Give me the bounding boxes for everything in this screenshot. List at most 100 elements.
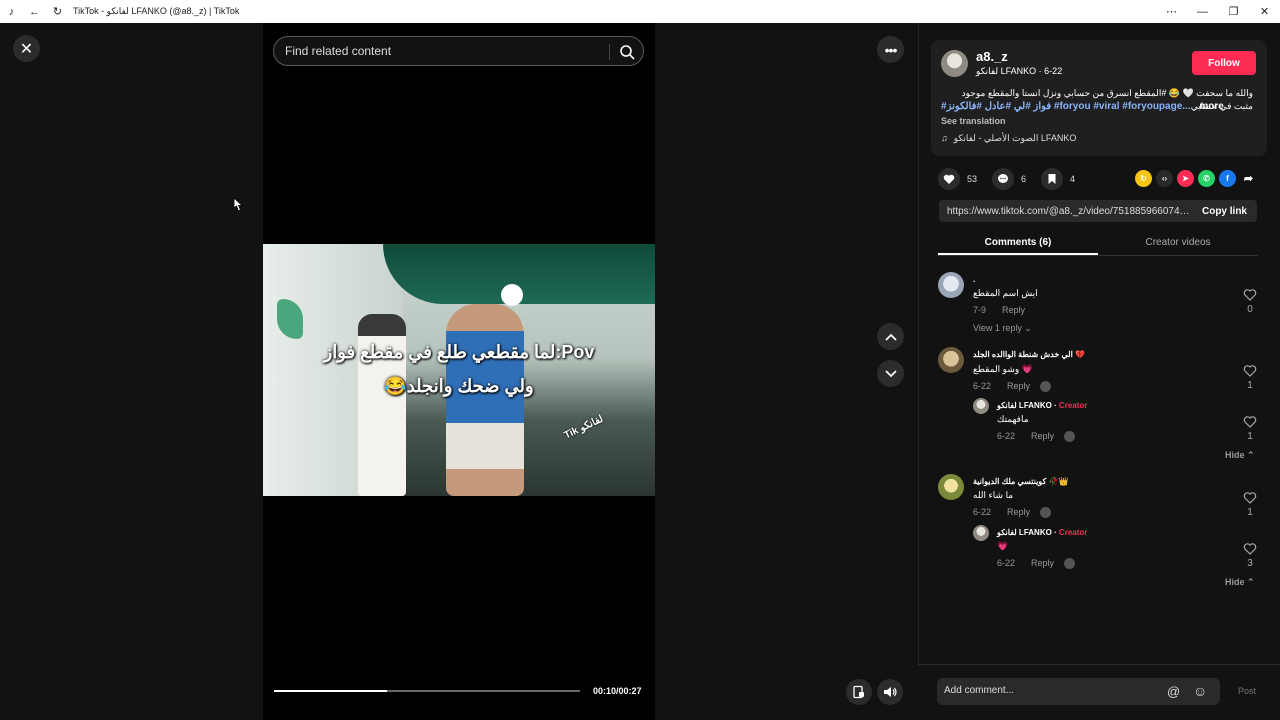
previous-video-button[interactable]: [877, 323, 904, 350]
window-controls: ⋯ — ❐ ✕: [1156, 0, 1280, 23]
comment-like[interactable]: 1: [1242, 491, 1258, 518]
heart-outline-icon: [1243, 416, 1257, 428]
tab-creator-videos[interactable]: Creator videos: [1098, 231, 1258, 255]
volume-button[interactable]: [877, 679, 903, 705]
reply-button[interactable]: Reply: [1002, 305, 1025, 315]
video-url[interactable]: https://www.tiktok.com/@a8._z/video/7518…: [939, 206, 1191, 217]
follow-button[interactable]: Follow: [1192, 51, 1256, 75]
reply-author[interactable]: لفانكو LFANKO · Creator: [997, 401, 1087, 410]
mouse-cursor-icon: [233, 197, 244, 212]
comment-author[interactable]: الي خدش شنطة الواالده الجلد 💔: [973, 350, 1085, 359]
description-more-link[interactable]: more: [1199, 101, 1223, 112]
reply-button[interactable]: Reply: [1007, 507, 1030, 517]
back-arrow-icon[interactable]: ←: [23, 0, 46, 23]
comment-text: ما شاء الله: [973, 490, 1014, 500]
tab-comments[interactable]: Comments (6): [938, 231, 1098, 255]
heart-outline-icon: [1243, 543, 1257, 555]
avatar[interactable]: [938, 272, 964, 298]
volume-icon: [884, 687, 897, 697]
creator-liked-icon: [1064, 431, 1076, 443]
description-hashtags[interactable]: #فواز #لي #عادل #فالكونز #foryou #viral …: [941, 101, 1191, 112]
save-count: 4: [1070, 174, 1076, 184]
like-button[interactable]: [938, 168, 960, 190]
reply-date: 6-22: [997, 558, 1016, 568]
frame-lamp: [501, 284, 523, 306]
reply-button[interactable]: Reply: [1031, 431, 1054, 441]
restore-icon[interactable]: ❐: [1218, 0, 1249, 23]
heart-icon: [943, 174, 955, 184]
comment-like-count: 1: [1247, 507, 1253, 518]
chevron-up-icon: ⌃: [1247, 450, 1255, 460]
music-note-icon: ♫: [941, 133, 948, 143]
hide-replies-link[interactable]: Hide ⌃: [1225, 577, 1255, 588]
reply-button[interactable]: Reply: [1007, 381, 1030, 391]
reply-like-count: 3: [1247, 558, 1253, 569]
video-link-box[interactable]: https://www.tiktok.com/@a8._z/video/7518…: [939, 200, 1257, 222]
author-handle[interactable]: a8._z: [976, 49, 1008, 64]
video-caption-line1: لما مقطعي طلع في مقطع فواز:Pov: [323, 342, 595, 362]
close-player-button[interactable]: ✕: [13, 35, 40, 62]
floating-player-icon: [853, 685, 864, 699]
comment-text: ايش اسم المقطع: [973, 288, 1038, 298]
window-title: TikTok - لفانكو LFANKO (@a8._z) | TikTok: [73, 6, 240, 16]
related-search-box[interactable]: [273, 36, 644, 66]
comment-button[interactable]: [992, 168, 1015, 190]
chevron-up-icon: ⌃: [1247, 577, 1255, 587]
music-link[interactable]: ♫ الصوت الأصلي - لفانكو LFANKO: [941, 133, 1076, 144]
emoji-icon[interactable]: ☺: [1193, 683, 1207, 699]
close-window-icon[interactable]: ✕: [1249, 0, 1280, 23]
author-avatar[interactable]: [941, 50, 968, 77]
video-frame[interactable]: لما مقطعي طلع في مقطع فواز:Pov 😂ولي ضحك …: [263, 244, 655, 496]
next-video-button[interactable]: [877, 360, 904, 387]
reply-like[interactable]: 3: [1242, 542, 1258, 569]
reload-icon[interactable]: ↻: [46, 0, 69, 23]
facebook-icon[interactable]: f: [1219, 170, 1236, 187]
copy-link-button[interactable]: Copy link: [1202, 206, 1247, 217]
comment-like[interactable]: 1: [1242, 364, 1258, 391]
embed-icon[interactable]: ‹›: [1156, 170, 1173, 187]
share-arrow-icon[interactable]: ➦: [1240, 170, 1257, 187]
video-progress-fill: [274, 690, 388, 692]
video-caption-line2: 😂ولي ضحك وانجلد: [384, 376, 534, 396]
mention-icon[interactable]: @: [1167, 684, 1180, 699]
floating-player-button[interactable]: [846, 679, 872, 705]
hide-replies-link[interactable]: Hide ⌃: [1225, 450, 1255, 461]
avatar[interactable]: [938, 474, 964, 500]
related-search-input[interactable]: [274, 44, 604, 58]
comment-icon: [998, 174, 1009, 183]
avatar[interactable]: [938, 347, 964, 373]
video-progress-bar[interactable]: [274, 690, 580, 692]
reply-like[interactable]: 1: [1242, 415, 1258, 442]
post-comment-button[interactable]: Post: [1238, 686, 1256, 696]
more-options-button[interactable]: •••: [877, 36, 904, 63]
app-menu-icon[interactable]: ⋯: [1156, 0, 1187, 23]
search-icon[interactable]: [618, 43, 636, 61]
avatar[interactable]: [973, 398, 989, 414]
video-timecode: 00:10/00:27: [593, 686, 642, 696]
reply-author[interactable]: لفانكو LFANKO · Creator: [997, 528, 1087, 537]
comment-author[interactable]: كوينتسي ملك الديوانية 🥀👑: [973, 477, 1068, 486]
minimize-icon[interactable]: —: [1187, 0, 1218, 23]
hide-label: Hide: [1225, 450, 1245, 460]
see-translation-link[interactable]: See translation: [941, 116, 1006, 126]
comment-input[interactable]: [944, 685, 1154, 696]
view-replies-label: View 1 reply: [973, 323, 1022, 333]
avatar[interactable]: [973, 525, 989, 541]
save-button[interactable]: [1041, 168, 1064, 190]
creator-badge: Creator: [1058, 528, 1088, 537]
comment-like[interactable]: 0: [1242, 288, 1258, 315]
comment-author[interactable]: .: [973, 275, 975, 284]
view-replies-link[interactable]: View 1 reply ⌄: [973, 323, 1032, 334]
comment-date: 6-22: [973, 381, 992, 391]
send-to-friends-icon[interactable]: ➤: [1177, 170, 1194, 187]
chevron-up-icon: [884, 333, 897, 341]
whatsapp-icon[interactable]: ✆: [1198, 170, 1215, 187]
comment-input-box[interactable]: @ ☺: [937, 678, 1220, 705]
reply-button[interactable]: Reply: [1031, 558, 1054, 568]
comment-count: 6: [1021, 174, 1027, 184]
reply-meta: 6-22 Reply: [997, 558, 1076, 570]
repost-icon[interactable]: ↻: [1135, 170, 1152, 187]
comment-meta: 6-22 Reply: [973, 507, 1052, 519]
window-titlebar: ♪ ← ↻ TikTok - لفانكو LFANKO (@a8._z) | …: [0, 0, 1280, 23]
tiktok-logo-icon: ♪: [8, 5, 15, 18]
